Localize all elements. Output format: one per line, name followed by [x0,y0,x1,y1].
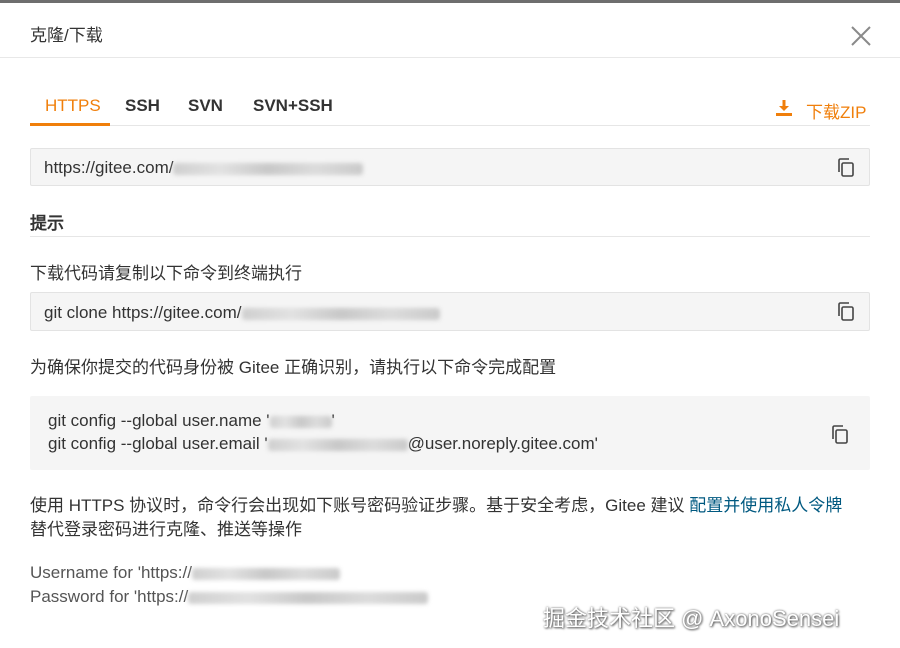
tab-svn-ssh[interactable]: SVN+SSH [253,96,333,116]
copy-icon[interactable] [836,157,856,179]
username-prompt: Username for 'https:// [30,563,340,583]
tab-ssh[interactable]: SSH [125,96,160,116]
redacted-email [267,438,408,451]
config-email-line: git config --global user.email ' @user.no… [48,434,598,453]
redacted-repo-path [241,307,440,320]
redacted-host [188,591,429,604]
download-icon [776,100,792,116]
hint-title: 提示 [30,214,64,233]
dialog-title: 克隆/下载 [30,26,103,45]
hint-divider [30,236,870,237]
download-zip-label: 下载ZIP [806,103,867,122]
active-tab-indicator [30,123,110,126]
clone-url-text: https://gitee.com/ [44,158,174,177]
identity-instruction: 为确保你提交的代码身份被 Gitee 正确识别，请执行以下命令完成配置 [30,358,557,377]
clone-command-field[interactable]: git clone https://gitee.com/ [30,292,870,331]
redacted-repo-path [173,162,364,175]
copy-icon[interactable] [836,301,856,323]
git-config-block[interactable]: git config --global user.name ' ' git con… [30,396,870,470]
protocol-tabs: HTTPS SSH SVN SVN+SSH [30,92,870,126]
clone-command-text: git clone https://gitee.com/ [44,303,242,322]
tab-svn[interactable]: SVN [188,96,223,116]
close-icon[interactable] [848,23,874,49]
password-prompt: Password for 'https:// [30,587,429,607]
clone-url-field[interactable]: https://gitee.com/ [30,148,870,186]
copy-icon[interactable] [830,424,850,446]
https-note: 使用 HTTPS 协议时，命令行会出现如下账号密码验证步骤。基于安全考虑，Git… [30,496,843,539]
personal-token-link[interactable]: 配置并使用私人令牌 [689,496,842,515]
watermark: 掘金技术社区 @ AxonoSensei [543,606,840,631]
clone-instruction: 下载代码请复制以下命令到终端执行 [30,264,302,283]
dialog-header: 克隆/下载 [0,3,900,58]
redacted-host [191,567,340,580]
config-name-line: git config --global user.name ' ' [48,411,335,430]
tab-https[interactable]: HTTPS [45,96,101,116]
redacted-username [269,415,332,428]
